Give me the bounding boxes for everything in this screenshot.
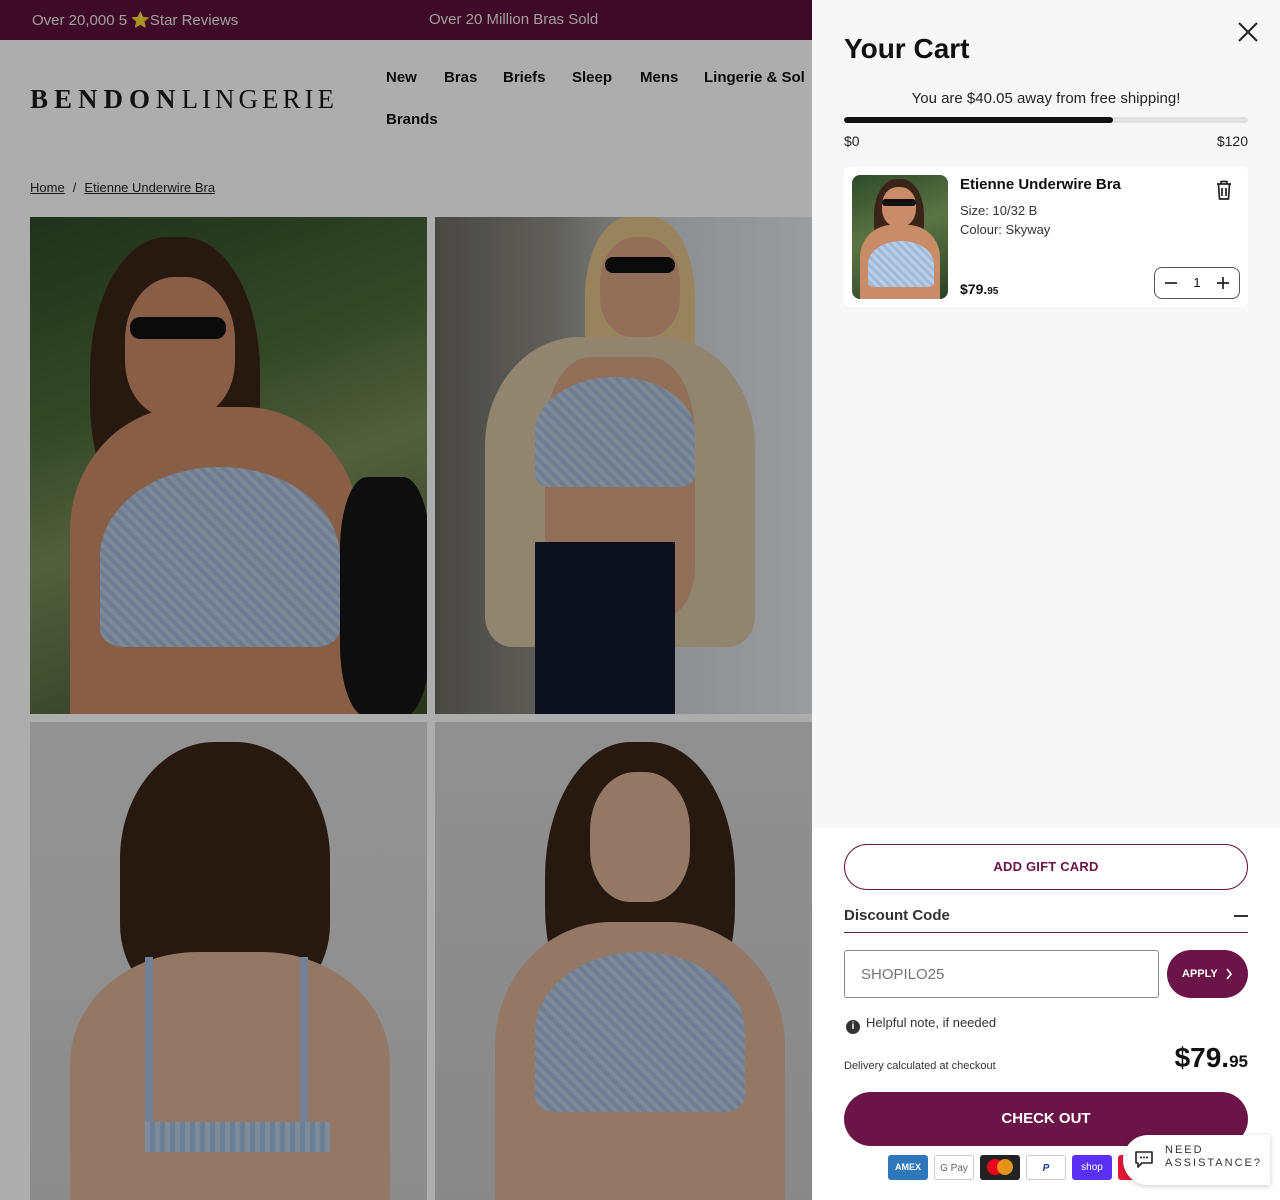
delivery-note: Delivery calculated at checkout: [844, 1060, 996, 1072]
quantity-value[interactable]: 1: [1183, 275, 1211, 290]
cart-line-item: Etienne Underwire Bra Size: 10/32 B Colo…: [844, 167, 1248, 307]
progress-min-label: $0: [844, 133, 860, 149]
mastercard-icon: [980, 1155, 1020, 1180]
info-icon: i: [846, 1020, 860, 1034]
cart-total: $79.95: [1174, 1042, 1248, 1073]
apply-discount-button[interactable]: APPLY: [1167, 950, 1248, 998]
trash-icon[interactable]: [1214, 179, 1234, 201]
need-assistance-button[interactable]: NEED ASSISTANCE?: [1123, 1135, 1270, 1185]
minus-icon[interactable]: [1157, 268, 1185, 298]
cart-drawer: Your Cart You are $40.05 away from free …: [812, 0, 1280, 1200]
cart-item-price: $79.95: [960, 281, 999, 297]
need-assistance-label: NEED ASSISTANCE?: [1165, 1144, 1262, 1169]
close-icon[interactable]: [1232, 16, 1264, 48]
chevron-right-icon: [1226, 968, 1233, 980]
cart-item-name[interactable]: Etienne Underwire Bra: [960, 176, 1121, 193]
discount-code-header[interactable]: Discount Code: [844, 906, 1248, 933]
amex-icon: AMEX: [888, 1155, 928, 1180]
helpful-note: i Helpful note, if needed: [846, 1015, 996, 1034]
quantity-stepper: 1: [1154, 267, 1240, 299]
discount-code-input[interactable]: [844, 950, 1159, 998]
cart-title: Your Cart: [844, 33, 970, 64]
paypal-icon: P: [1026, 1155, 1066, 1180]
cart-item-size: Size: 10/32 B: [960, 203, 1038, 218]
plus-icon[interactable]: [1209, 268, 1237, 298]
add-gift-card-button[interactable]: ADD GIFT CARD: [844, 844, 1248, 890]
cart-item-thumbnail[interactable]: [852, 175, 948, 299]
cart-item-colour: Colour: Skyway: [960, 222, 1051, 237]
google-pay-icon: G Pay: [934, 1155, 974, 1180]
free-shipping-progress: [844, 117, 1248, 123]
free-shipping-message: You are $40.05 away from free shipping!: [911, 90, 1181, 107]
shop-pay-icon: shop: [1072, 1155, 1112, 1180]
progress-max-label: $120: [1216, 133, 1248, 149]
chat-bubble-icon: [1135, 1151, 1153, 1168]
collapse-minus-icon[interactable]: [1234, 915, 1248, 917]
discount-code-label: Discount Code: [844, 907, 950, 924]
free-shipping-progress-fill: [844, 117, 1114, 123]
